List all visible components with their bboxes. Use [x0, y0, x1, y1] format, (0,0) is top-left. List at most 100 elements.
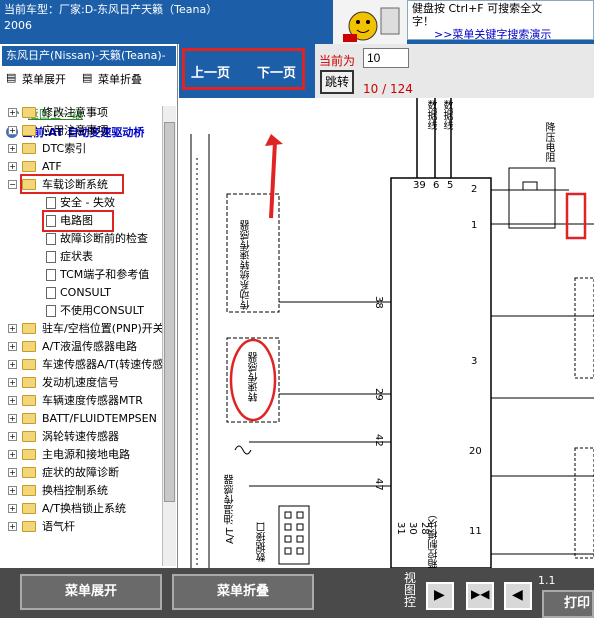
tree-item[interactable]: + DTC索引	[0, 140, 162, 158]
prev-view-button[interactable]: ◀	[504, 582, 532, 610]
expand-toggle-icon[interactable]: +	[8, 504, 17, 513]
folder-icon	[22, 413, 36, 424]
tree-item[interactable]: + 症状的故障诊断	[0, 464, 162, 482]
resistor-label: 降压电阻	[543, 122, 554, 162]
folder-icon	[22, 521, 36, 532]
tree-item-child[interactable]: TCM端子和参考值	[0, 266, 162, 284]
tree-item-label: 车辆速度传感器MTR	[42, 394, 143, 407]
arrow-right-icon: ▶	[434, 587, 445, 603]
view-control-label: 视图控	[404, 571, 417, 609]
bottom-collapse-button[interactable]: 菜单折叠	[172, 574, 314, 610]
expand-toggle-icon[interactable]: +	[8, 378, 17, 387]
page-nav: 上一页 下一页	[179, 44, 315, 98]
tree-item[interactable]: + 驻车/空档位置(PNP)开关	[0, 320, 162, 338]
expand-toggle-icon[interactable]: +	[8, 414, 17, 423]
expand-toggle-icon[interactable]: +	[8, 126, 17, 135]
prev-page-button[interactable]: 上一页	[191, 62, 230, 81]
document-icon	[46, 269, 56, 281]
search-tip: 健盘按 Ctrl+F 可搜索全文 字！ >>菜单关键字搜索演示	[407, 0, 594, 40]
tree-scrollbar[interactable]	[162, 106, 176, 566]
content-area: 上一页 下一页 当前为 跳转 10 / 124	[179, 44, 594, 568]
document-icon	[46, 305, 56, 317]
tree-item[interactable]: + 主电源和接地电路	[0, 446, 162, 464]
expand-toggle-icon[interactable]: +	[8, 450, 17, 459]
tree-item-label: 驻车/空档位置(PNP)开关	[42, 322, 162, 335]
tree-item[interactable]: + 涡轮转速传感器	[0, 428, 162, 446]
document-icon	[46, 197, 56, 209]
tree-item-child[interactable]: CONSULT	[0, 284, 162, 302]
tree-item[interactable]: + 车速传感器A/T(转速传感器)	[0, 356, 162, 374]
tree-item[interactable]: + 应用注意事项	[0, 122, 162, 140]
expand-toggle-icon[interactable]: +	[8, 522, 17, 531]
tree-item[interactable]: + A/T换档锁止系统	[0, 500, 162, 518]
scrollbar-thumb[interactable]	[164, 122, 175, 502]
expand-toggle-icon[interactable]: +	[8, 396, 17, 405]
tree-item-child[interactable]: 症状表	[0, 248, 162, 266]
data-line-label: 数据线	[425, 100, 436, 130]
tree-item-label: 车速传感器A/T(转速传感器)	[42, 358, 162, 371]
connector-label: 数据接口	[257, 522, 268, 562]
tree-item-label: 换档控制系统	[42, 484, 108, 497]
next-view-button[interactable]: ▶	[426, 582, 454, 610]
pin-number: 39	[413, 180, 426, 191]
expand-toggle-icon[interactable]: +	[8, 324, 17, 333]
pin-number: 5	[447, 180, 454, 191]
tree-item-child[interactable]: 不使用CONSULT	[0, 302, 162, 320]
tree-item-label: CONSULT	[60, 286, 111, 299]
menu-expand-link[interactable]: 菜单展开	[22, 71, 66, 87]
expand-toggle-icon[interactable]: +	[8, 144, 17, 153]
pin-number: 6	[433, 180, 440, 191]
pin-number: 30	[407, 522, 418, 535]
expand-toggle-icon[interactable]: +	[8, 432, 17, 441]
page-input[interactable]	[363, 48, 409, 68]
expand-toggle-icon[interactable]: +	[8, 360, 17, 369]
folder-icon	[22, 161, 36, 172]
pin-number: 47	[373, 478, 384, 491]
title-bar: 当前车型：厂家:D-东风日产天籁（Teana） 2006 健盘按 Ctrl+F …	[0, 0, 594, 44]
pin-number: 2	[471, 184, 478, 195]
print-button[interactable]: 打印	[542, 590, 594, 618]
document-icon	[46, 287, 56, 299]
tree-item-child[interactable]: 故障诊断前的检查	[0, 230, 162, 248]
tree-item[interactable]: + A/T液温传感器电路	[0, 338, 162, 356]
tree-item-label: 主电源和接地电路	[42, 448, 130, 461]
expand-toggle-icon[interactable]: +	[8, 468, 17, 477]
folder-icon	[22, 467, 36, 478]
search-demo-link[interactable]: >>菜单关键字搜索演示	[434, 28, 589, 39]
box1-label: 传动系统转速传感器	[241, 220, 252, 310]
pin-number: 20	[469, 446, 482, 457]
fit-view-button[interactable]: ▶◀	[466, 582, 494, 610]
tree-item-label: A/T换档锁止系统	[42, 502, 126, 515]
menu-collapse-link[interactable]: 菜单折叠	[98, 71, 142, 87]
tree-item[interactable]: + 语气杆	[0, 518, 162, 536]
pin-number: 29	[373, 388, 384, 401]
jump-button[interactable]: 跳转	[320, 70, 354, 94]
folder-icon	[22, 449, 36, 460]
current-page-label: 当前为	[319, 54, 356, 68]
expand-toggle-icon[interactable]: +	[8, 162, 17, 171]
highlight-onboard-diagnosis	[20, 174, 124, 194]
wiring-diagram: 数据线 数据线 降压电阻 39 6 5 2 1 38 29 42 47 31 3…	[179, 98, 594, 568]
mascot-image	[333, 0, 407, 44]
folder-icon	[22, 323, 36, 334]
expand-toggle-icon[interactable]: −	[8, 180, 17, 189]
tree-item-label: 涡轮转速传感器	[42, 430, 119, 443]
expand-toggle-icon[interactable]: +	[8, 108, 17, 117]
tree-item[interactable]: + 车辆速度传感器MTR	[0, 392, 162, 410]
pin-number: 1	[471, 220, 478, 231]
tree-item[interactable]: + 换档控制系统	[0, 482, 162, 500]
expand-toggle-icon[interactable]: +	[8, 486, 17, 495]
tree-item-label: 语气杆	[42, 520, 75, 533]
bottom-expand-button[interactable]: 菜单展开	[20, 574, 162, 610]
current-car-title: 当前车型：厂家:D-东风日产天籁（Teana） 2006	[4, 3, 218, 32]
page-jump: 当前为 跳转 10 / 124	[315, 44, 594, 98]
tree-item[interactable]: + BATT/FLUIDTEMPSEN	[0, 410, 162, 428]
folder-icon	[22, 107, 36, 118]
tree-item[interactable]: + 修改注意事项	[0, 104, 162, 122]
pin-number: 38	[373, 296, 384, 309]
tree-item[interactable]: + 发动机速度信号	[0, 374, 162, 392]
zoom-level: 1.1	[538, 574, 556, 587]
highlight-wiring-diagram	[42, 210, 114, 232]
next-page-button[interactable]: 下一页	[257, 62, 296, 81]
expand-toggle-icon[interactable]: +	[8, 342, 17, 351]
